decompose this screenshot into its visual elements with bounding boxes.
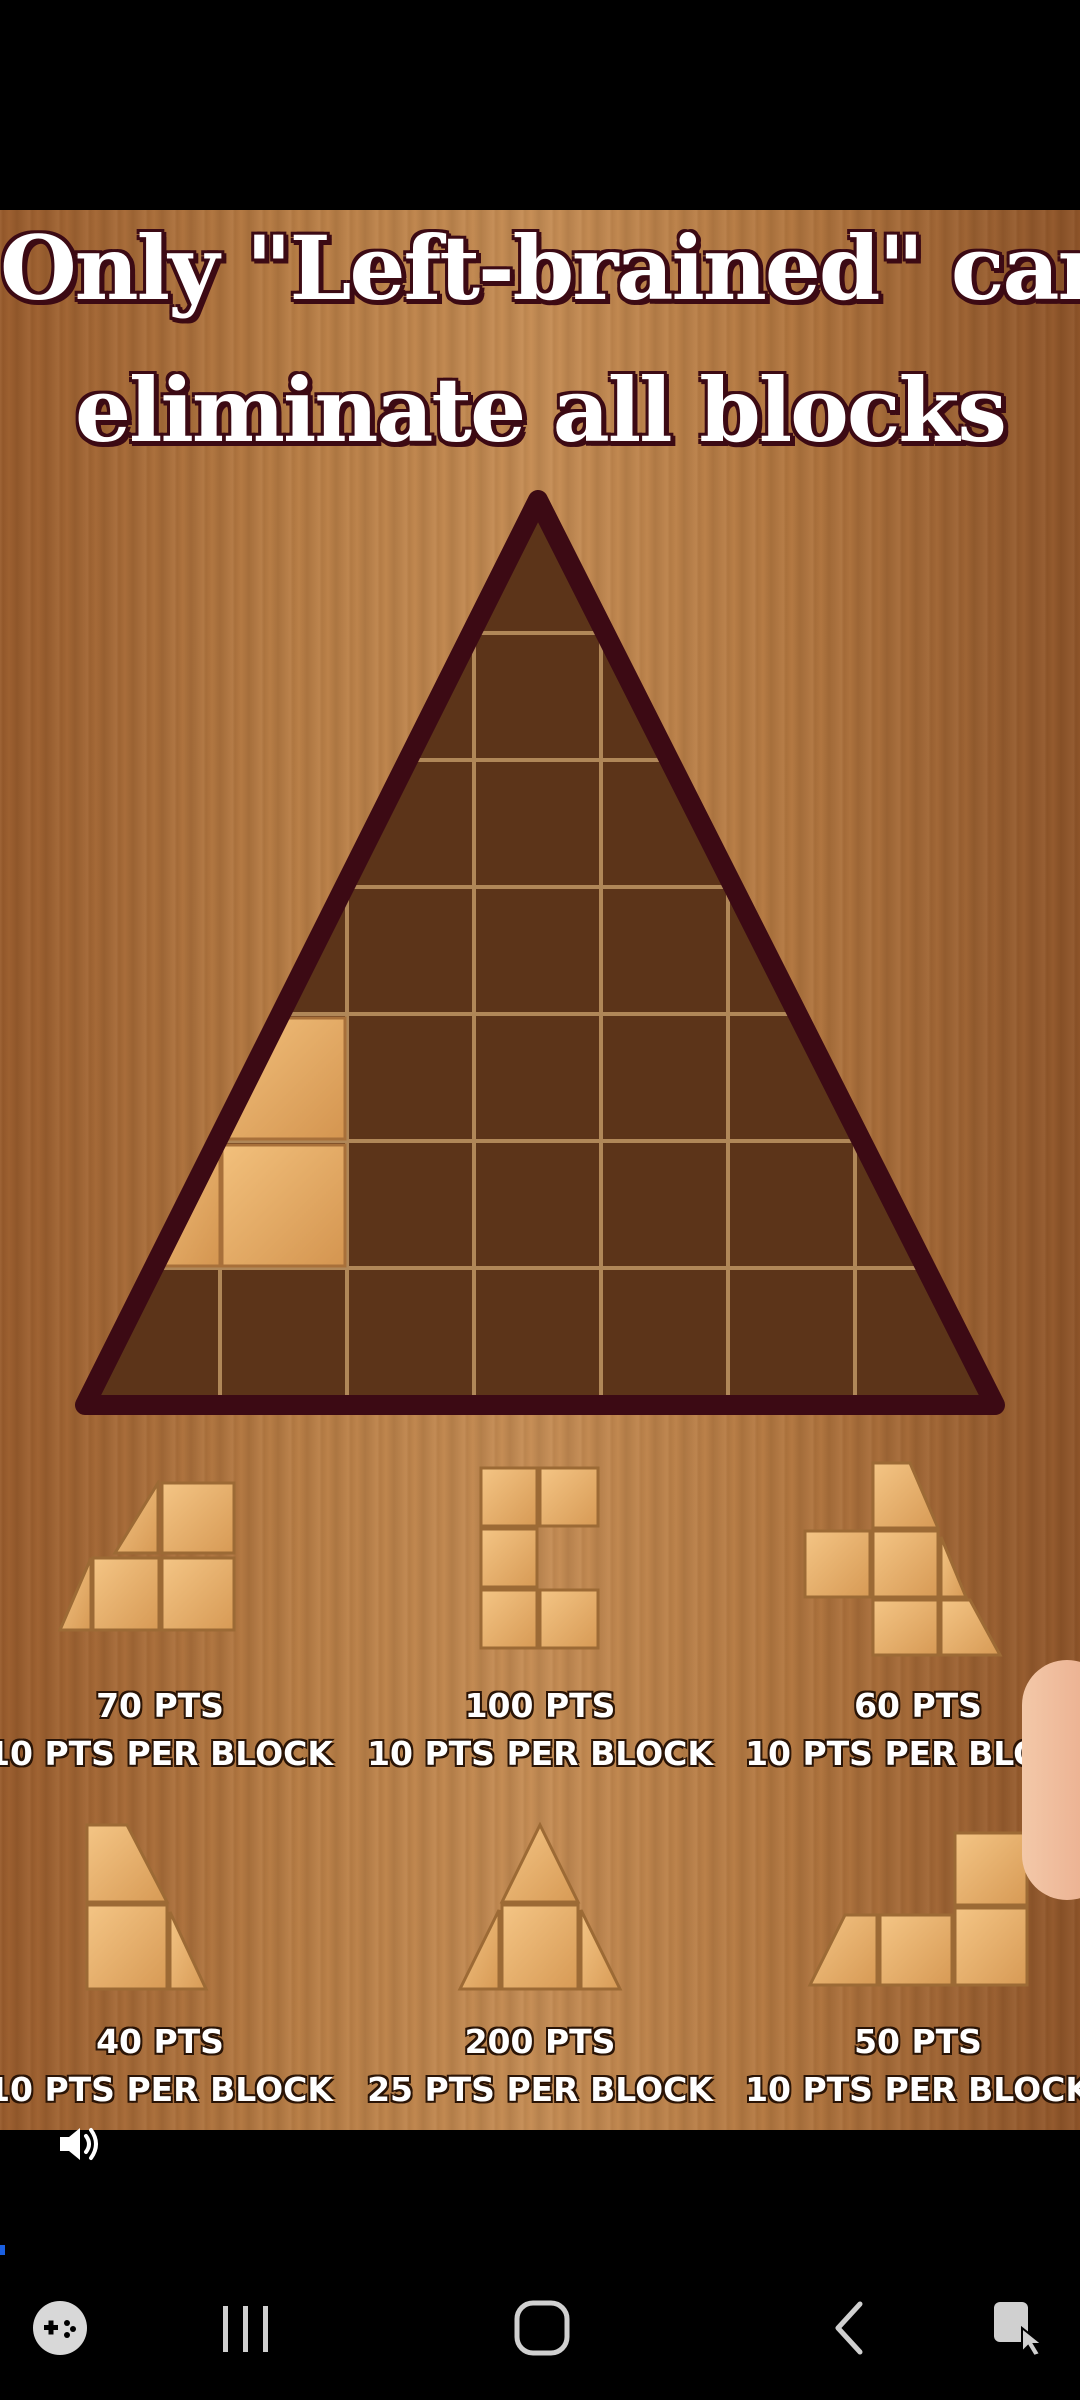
piece-points: 200 PTS [464,2022,616,2061]
piece-40-pts[interactable] [82,1822,212,1997]
piece-per-block: 10 PTS PER BLOCK [367,1734,713,1773]
piece-points: 100 PTS [464,1686,616,1725]
game-ad-panel: Only "Left-brained" can eliminate all bl… [0,210,1080,2130]
piece-200-pts[interactable] [455,1822,625,1997]
navigation-bar [0,2270,1080,2400]
piece-per-block: 10 PTS PER BLOCK [0,2070,333,2109]
gamepad-icon[interactable] [30,2298,90,2358]
accessibility-icon[interactable] [990,2298,1050,2358]
piece-points: 40 PTS [96,2022,224,2061]
hand-pointer [1022,1660,1080,1900]
piece-50-pts[interactable] [805,1830,1035,1995]
piece-per-block: 10 PTS PER BLOCK [0,1734,333,1773]
piece-40-pts-label: 40 PTS 10 PTS PER BLOCK [0,2018,340,2114]
piece-200-pts-label: 200 PTS 25 PTS PER BLOCK [360,2018,720,2114]
piece-points: 50 PTS [854,2022,982,2061]
piece-50-pts-label: 50 PTS 10 PTS PER BLOCK [738,2018,1080,2114]
piece-per-block: 25 PTS PER BLOCK [367,2070,713,2109]
piece-70-pts-label: 70 PTS 10 PTS PER BLOCK [0,1682,340,1778]
back-icon[interactable] [820,2298,880,2358]
piece-points: 70 PTS [96,1686,224,1725]
piece-100-pts[interactable] [475,1465,605,1655]
speaker-icon[interactable] [56,2124,104,2164]
piece-70-pts[interactable] [55,1480,255,1655]
video-progress [0,2245,5,2255]
piece-60-pts[interactable] [800,1460,1010,1660]
recent-apps-icon[interactable] [215,2298,275,2358]
home-icon[interactable] [512,2298,572,2358]
piece-per-block: 10 PTS PER BLOCK [745,2070,1080,2109]
piece-100-pts-label: 100 PTS 10 PTS PER BLOCK [360,1682,720,1778]
